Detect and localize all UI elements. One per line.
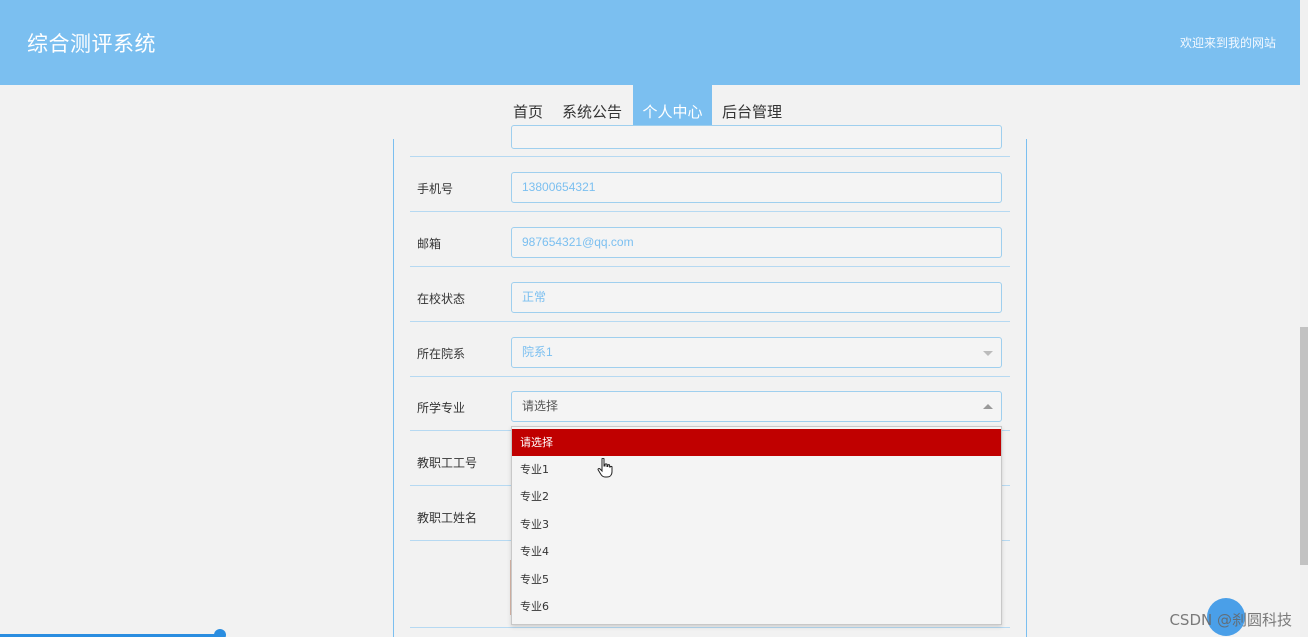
row-divider [410,627,1010,628]
phone-field[interactable]: 13800654321 [511,172,1002,203]
major-select[interactable]: 请选择 [511,391,1002,422]
row-divider [410,376,1010,377]
caret-down-icon [983,351,993,356]
page-scrollbar[interactable] [1300,0,1308,637]
caret-up-icon [983,404,993,409]
major-option[interactable]: 请选择 [512,429,1001,456]
welcome-text: 欢迎来到我的网站 [1179,36,1276,50]
row-divider [410,156,1010,157]
major-option[interactable]: 专业3 [512,511,1001,538]
previous-field[interactable] [511,125,1002,149]
major-dropdown-list: 请选择 专业1 专业2 专业3 专业4 专业5 专业6 [511,426,1002,625]
staff-id-label: 教职工工号 [417,456,478,470]
email-field[interactable]: 987654321@qq.com [511,227,1002,258]
slider-handle[interactable] [214,629,226,637]
major-select-value: 请选择 [522,399,559,413]
school-status-label: 在校状态 [417,292,466,306]
site-header: 综合测评系统 欢迎来到我的网站 [0,0,1308,85]
watermark-text: CSDN @刹圆科技 [1169,611,1292,629]
row-divider [410,266,1010,267]
site-title[interactable]: 综合测评系统 [27,28,156,58]
department-label: 所在院系 [417,347,466,361]
row-divider [410,321,1010,322]
major-option[interactable]: 专业6 [512,593,1001,620]
department-select[interactable]: 院系1 [511,337,1002,368]
major-option[interactable]: 专业1 [512,456,1001,483]
department-select-value: 院系1 [522,345,553,359]
major-option[interactable]: 专业5 [512,566,1001,593]
major-label: 所学专业 [417,401,466,415]
major-option[interactable]: 专业2 [512,483,1001,510]
school-status-field[interactable]: 正常 [511,282,1002,313]
scrollbar-thumb[interactable] [1300,327,1308,565]
row-divider [410,211,1010,212]
email-label: 邮箱 [417,237,442,251]
major-option[interactable]: 专业4 [512,538,1001,565]
hand-pointer-icon [597,458,613,478]
staff-name-label: 教职工姓名 [417,511,478,525]
phone-label: 手机号 [417,182,454,196]
